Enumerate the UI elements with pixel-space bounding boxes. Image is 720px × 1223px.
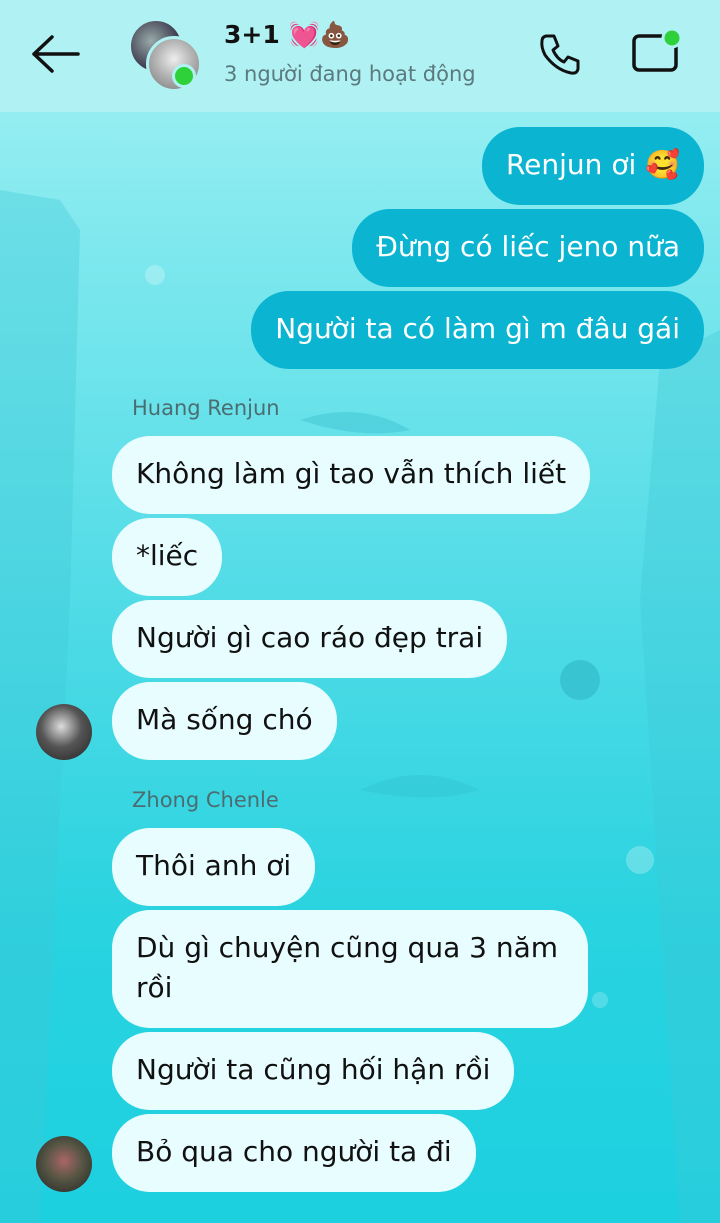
message-line: Dù gì chuyện cũng qua 3 năm (136, 931, 559, 964)
outgoing-message[interactable]: Đừng có liếc jeno nữa (352, 209, 704, 287)
incoming-message[interactable]: Bỏ qua cho người ta đi (112, 1114, 476, 1192)
outgoing-message[interactable]: Người ta có làm gì m đâu gái (251, 291, 704, 369)
chat-title[interactable]: 3+1 💓💩 (224, 20, 351, 50)
incoming-message[interactable]: Dù gì chuyện cũng qua 3 năm rồi (112, 910, 588, 1028)
sender-name: Huang Renjun (132, 396, 280, 420)
incoming-message[interactable]: *liếc (112, 518, 223, 596)
online-indicator (172, 64, 196, 88)
message-line: rồi (136, 971, 173, 1004)
incoming-message[interactable]: Người ta cũng hối hận rồi (112, 1032, 515, 1110)
incoming-message[interactable]: Không làm gì tao vẫn thích liết (112, 436, 591, 514)
sender-avatar[interactable] (36, 1136, 92, 1192)
video-call-icon[interactable] (630, 28, 686, 78)
incoming-message[interactable]: Mà sống chó (112, 682, 337, 760)
group-avatar[interactable] (128, 18, 202, 92)
active-status: 3 người đang hoạt động (224, 62, 476, 86)
chat-header: 3+1 💓💩 3 người đang hoạt động (0, 0, 720, 112)
sender-avatar[interactable] (36, 704, 92, 760)
incoming-message[interactable]: Thôi anh ơi (112, 828, 316, 906)
sender-name: Zhong Chenle (132, 788, 279, 812)
back-arrow-icon[interactable] (30, 34, 82, 74)
incoming-message[interactable]: Người gì cao ráo đẹp trai (112, 600, 508, 678)
phone-icon[interactable] (536, 30, 584, 78)
outgoing-message[interactable]: Renjun ơi 🥰 (481, 127, 704, 205)
